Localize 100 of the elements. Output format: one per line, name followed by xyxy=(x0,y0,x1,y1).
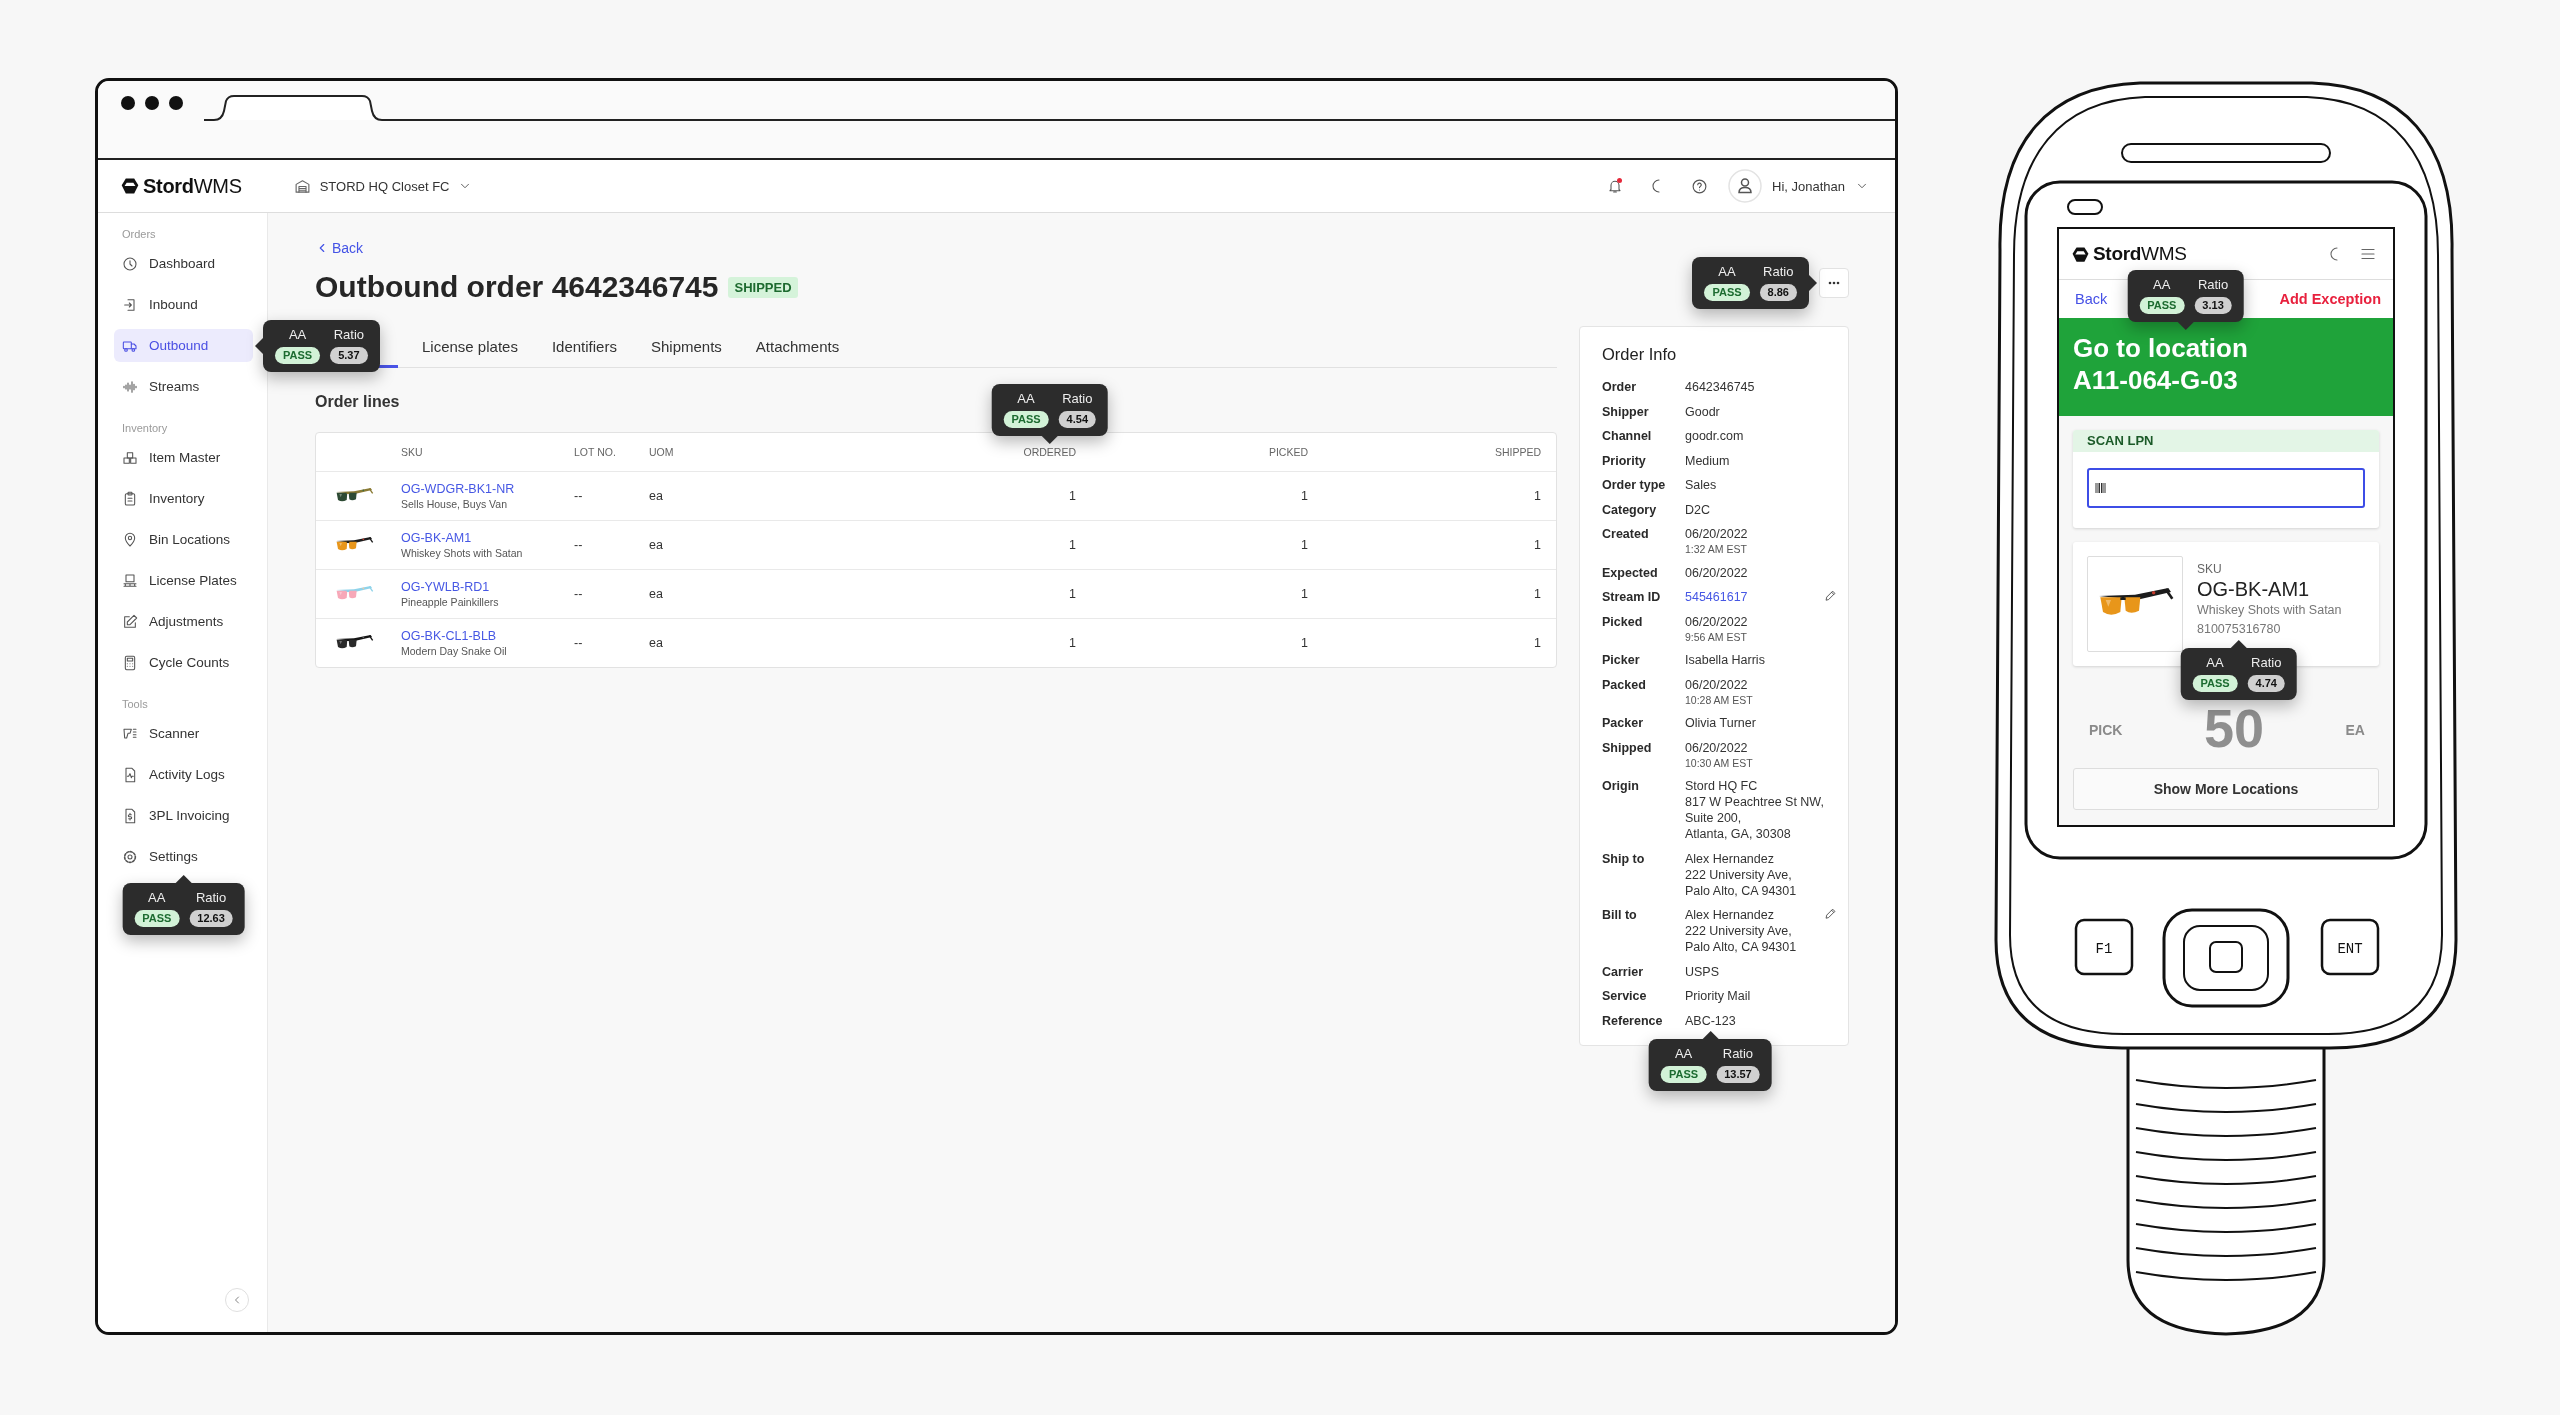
pass-badge: PASS xyxy=(1661,1065,1707,1083)
timestamp: 10:28 AM EST xyxy=(1685,692,1753,707)
table-cell: 1 xyxy=(1534,587,1541,601)
tooltip-label: Ratio xyxy=(2251,655,2282,671)
table-cell-text: -- xyxy=(574,489,584,503)
column-header: SKU xyxy=(401,446,423,458)
field-label: Bill to xyxy=(1602,907,1638,923)
ratio-badge: 4.54 xyxy=(1058,411,1096,428)
ratio-badge: 12.63 xyxy=(189,910,233,927)
pass-badge: PASS xyxy=(2192,675,2238,692)
product-name: Modern Day Snake Oil xyxy=(401,645,508,657)
tooltip-label: Ratio xyxy=(333,326,365,343)
table-cell-text: ea xyxy=(649,636,664,650)
upc-code: 810075316780 xyxy=(2197,622,2281,636)
tooltip-label: Ratio xyxy=(1062,391,1093,407)
field-label: Channel xyxy=(1602,428,1653,444)
table-cell-text: ea xyxy=(649,587,664,601)
table-cell: 1 xyxy=(1069,489,1076,503)
pass-badge: PASS xyxy=(275,346,321,364)
field-label: Order xyxy=(1602,379,1638,395)
section-label: Inventory xyxy=(122,421,169,436)
tooltip-label: AA xyxy=(2153,277,2171,293)
product-name: Sells House, Buys Van xyxy=(401,498,509,510)
info-value: Alex Hernandez xyxy=(1685,850,1774,867)
field-label: Order type xyxy=(1602,477,1667,493)
status-badge: SHIPPED xyxy=(728,276,798,298)
field-label: Ship to xyxy=(1602,850,1646,867)
table-cell: 1 xyxy=(1534,489,1541,503)
pass-badge: PASS xyxy=(1704,284,1750,301)
field-label: Created xyxy=(1602,526,1650,542)
table-cell-text: -- xyxy=(574,538,584,552)
ratio-badge: 4.74 xyxy=(2247,675,2285,692)
info-value: USPS xyxy=(1685,963,1720,980)
card-title: Order Info xyxy=(1602,344,1678,365)
field-label: Packer xyxy=(1602,715,1644,731)
table-cell-text: ea xyxy=(649,489,664,503)
field-label: Picker xyxy=(1602,652,1641,668)
product-name: Pineapple Painkillers xyxy=(401,596,500,608)
field-label: Expected xyxy=(1602,564,1659,581)
field-label: Priority xyxy=(1602,452,1647,469)
table-cell-text: -- xyxy=(574,636,584,650)
tooltip-label: Ratio xyxy=(195,890,227,906)
timestamp: 9:56 AM EST xyxy=(1685,629,1747,644)
device-key: ENT xyxy=(2320,918,2380,976)
tooltip-label: Ratio xyxy=(1722,1045,1754,1062)
field-label: Service xyxy=(1602,988,1648,1004)
logo-text: StordWMS xyxy=(2093,243,2187,265)
tooltip-label: AA xyxy=(1017,391,1035,407)
tooltip-label: Ratio xyxy=(2197,277,2229,293)
field-label: Stream ID xyxy=(1602,589,1662,605)
field-label: Category xyxy=(1602,501,1658,518)
table-cell-text: -- xyxy=(574,587,584,601)
field-label: Shipped xyxy=(1602,739,1653,756)
tooltip-label: AA xyxy=(288,326,307,343)
section-label: Orders xyxy=(122,227,157,242)
field-label: Carrier xyxy=(1602,963,1644,980)
scan-label: SCAN LPN xyxy=(2073,430,2379,452)
info-value: 817 W Peachtree St NW, xyxy=(1685,794,1824,810)
info-value: Medium xyxy=(1685,452,1730,469)
table-cell: 1 xyxy=(1301,587,1308,601)
table-cell: 1 xyxy=(1301,538,1308,552)
field-label: Origin xyxy=(1602,778,1640,794)
info-value: Olivia Turner xyxy=(1685,715,1756,731)
product-name: Whiskey Shots with Satan xyxy=(401,547,524,559)
info-value: 222 University Ave, xyxy=(1685,923,1792,939)
info-value: Alex Hernandez xyxy=(1685,907,1774,923)
column-header: SHIPPED xyxy=(1494,446,1541,458)
ratio-badge: 3.13 xyxy=(2194,297,2232,314)
field-label: Reference xyxy=(1602,1012,1664,1029)
tooltip-label: AA xyxy=(2206,655,2224,671)
field-label: Packed xyxy=(1602,676,1647,693)
table-cell: 1 xyxy=(1301,489,1308,503)
info-value: Suite 200, xyxy=(1685,810,1742,826)
pass-badge: PASS xyxy=(134,910,180,927)
logo-text: StordWMS xyxy=(143,174,242,198)
section-label: Tools xyxy=(122,697,149,712)
info-value: 4642346745 xyxy=(1685,379,1755,395)
info-value: goodr.com xyxy=(1685,428,1744,444)
table-cell-text: ea xyxy=(649,538,664,552)
timestamp: 10:30 AM EST xyxy=(1685,755,1753,770)
location-heading: Go to location A11-064-G-03 xyxy=(2073,332,2249,396)
field-label: Shipper xyxy=(1602,403,1650,420)
unit-label: EA xyxy=(2345,722,2365,738)
tooltip-label: Ratio xyxy=(1763,264,1794,280)
table-cell: 1 xyxy=(1069,636,1076,650)
product-name: Whiskey Shots with Satan xyxy=(2197,602,2342,619)
ratio-badge: 13.57 xyxy=(1716,1065,1760,1083)
ratio-badge: 5.37 xyxy=(330,346,368,364)
info-value: ABC-123 xyxy=(1685,1013,1736,1028)
table-cell: 1 xyxy=(1534,538,1541,552)
page-title: Outbound order 4642346745 xyxy=(315,269,719,305)
info-value: 06/20/2022 xyxy=(1685,739,1748,756)
sku-code: OG-BK-AM1 xyxy=(2197,577,2310,602)
info-value: Isabella Harris xyxy=(1685,652,1765,668)
pick-label: PICK xyxy=(2089,722,2123,738)
pass-badge: PASS xyxy=(1003,411,1049,428)
table-cell: 1 xyxy=(1069,587,1076,601)
info-value: 06/20/2022 xyxy=(1685,564,1748,581)
info-value: D2C xyxy=(1685,501,1710,518)
tooltip-label: AA xyxy=(148,890,166,906)
